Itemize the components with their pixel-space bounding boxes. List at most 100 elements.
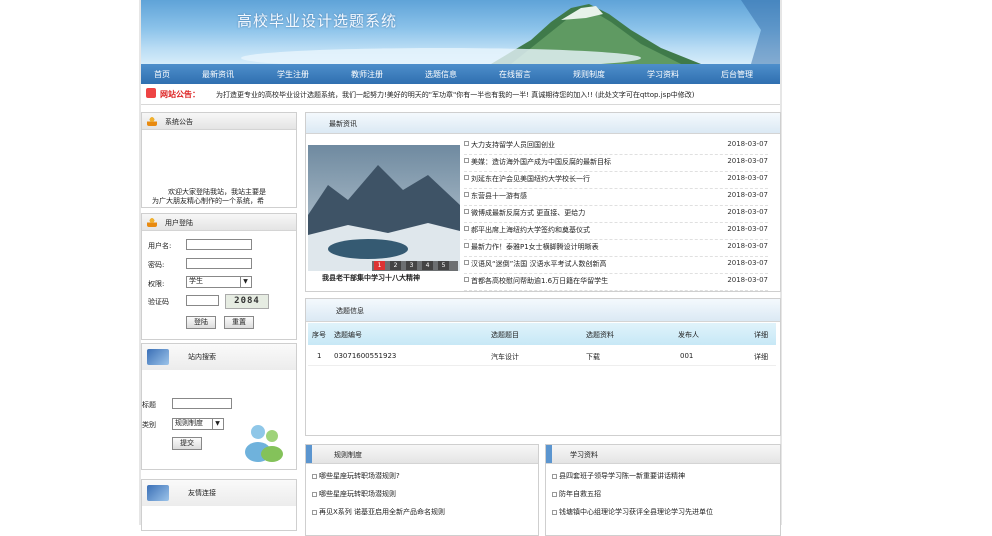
system-notice-header: 系统公告 [142, 113, 296, 130]
news-item[interactable]: 汉语风“迷倒”法国 汉语水平考试人数创新高 2018-03-07 [464, 256, 768, 274]
password-label: 密码: [148, 261, 165, 269]
bullet-icon [464, 209, 469, 214]
news-slideshow-image[interactable] [308, 145, 460, 271]
system-notice-title: 系统公告 [165, 118, 193, 126]
pen-icon [147, 485, 169, 501]
topic-info-header: 选题信息 [306, 299, 780, 322]
search-category-select[interactable]: 规则制度 ▼ [172, 418, 224, 430]
slideshow-page-2[interactable]: 2 [390, 261, 401, 270]
login-box: 用户登陆 用户名: 密码: 权限: 学生 ▼ 验证码 2084 登陆 重置 [141, 213, 297, 340]
site-search-header: 站内搜索 [142, 344, 296, 370]
pen-icon [147, 349, 169, 365]
list-item[interactable]: 哪些星座玩转职场潜规则? [312, 471, 400, 481]
latest-news-box: 最新资讯 1 2 3 4 5 我县老干部集中学习十八大精神 大力支持留学人员回国… [305, 112, 781, 292]
reset-button[interactable]: 重置 [224, 316, 254, 329]
nav-study-materials[interactable]: 学习资料 [647, 69, 679, 80]
latest-news-title: 最新资讯 [329, 120, 357, 128]
list-item[interactable]: 钱塘镇中心组理论学习获评全县理论学习先进单位 [552, 507, 713, 517]
captcha-input[interactable] [186, 295, 219, 306]
user-icon [147, 217, 157, 227]
bullet-icon [312, 509, 317, 515]
role-select-value: 学生 [189, 277, 203, 285]
topic-col-index: 序号 [312, 331, 326, 339]
list-item[interactable]: 县四套班子领导学习陈一新重要讲话精神 [552, 471, 685, 481]
topic-col-publisher: 发布人 [678, 331, 699, 339]
captcha-image[interactable]: 2084 [225, 294, 269, 309]
nav-rules[interactable]: 规则制度 [573, 69, 605, 80]
download-link[interactable]: 下载 [586, 352, 600, 362]
slideshow-page-4[interactable]: 4 [422, 261, 433, 270]
nav-topic-info[interactable]: 选题信息 [425, 69, 457, 80]
table-row: 1 03071600551923 汽车设计 下载 001 详细 [308, 347, 776, 366]
list-item[interactable]: 哪些星座玩转职场潜规则 [312, 489, 396, 499]
rules-header: 规则制度 [306, 445, 538, 464]
materials-box: 学习资料 县四套班子领导学习陈一新重要讲话精神 防年自救五招 钱塘镇中心组理论学… [545, 444, 781, 536]
main-nav: 首页 最新资讯 学生注册 教师注册 选题信息 在线留言 规则制度 学习资料 后台… [141, 64, 780, 84]
list-item[interactable]: 再见X系列 诺基亚启用全新产品命名规则 [312, 507, 445, 517]
header-accent [546, 445, 552, 463]
friend-links-title: 友情连接 [188, 489, 216, 497]
news-item[interactable]: 大力支持留学人员回国创业 2018-03-07 [464, 137, 768, 155]
bullet-icon [464, 243, 469, 248]
bullet-icon [552, 491, 557, 497]
page-container: 高校毕业设计选题系统 首页 最新资讯 学生注册 教师注册 选题信息 在线留言 规… [141, 0, 781, 536]
search-title-input[interactable] [172, 398, 232, 409]
slideshow-page-3[interactable]: 3 [406, 261, 417, 270]
detail-link[interactable]: 详细 [754, 352, 768, 362]
nav-home[interactable]: 首页 [154, 69, 170, 80]
news-item[interactable]: 东营县十一游有感 2018-03-07 [464, 188, 768, 206]
username-label: 用户名: [148, 242, 172, 250]
chevron-down-icon[interactable]: ▼ [240, 277, 250, 287]
announcement-icon [146, 88, 156, 98]
friend-links-header: 友情连接 [142, 480, 296, 506]
search-title-label: 标题 [142, 401, 156, 409]
bullet-icon [464, 175, 469, 180]
news-item[interactable]: 刘延东在沪会见美国纽约大学校长一行 2018-03-07 [464, 171, 768, 189]
nav-online-message[interactable]: 在线留言 [499, 69, 531, 80]
login-header: 用户登陆 [142, 214, 296, 231]
nav-student-register[interactable]: 学生注册 [277, 69, 309, 80]
rules-box: 规则制度 哪些星座玩转职场潜规则? 哪些星座玩转职场潜规则 再见X系列 诺基亚启… [305, 444, 539, 536]
search-category-label: 类别 [142, 421, 156, 429]
role-select[interactable]: 学生 ▼ [186, 276, 252, 288]
nav-teacher-register[interactable]: 教师注册 [351, 69, 383, 80]
header-banner: 高校毕业设计选题系统 [141, 0, 780, 64]
search-submit-button[interactable]: 提交 [172, 437, 202, 450]
system-notice-box: 系统公告 欢迎大家登陆我站，我站主要是 为广大朋友精心制作的一个系统，希 [141, 112, 297, 208]
news-item[interactable]: 郝平出席上海纽约大学签约和奠基仪式 2018-03-07 [464, 222, 768, 240]
login-button[interactable]: 登陆 [186, 316, 216, 329]
news-image-caption[interactable]: 我县老干部集中学习十八大精神 [322, 273, 420, 283]
announcement-label: 网站公告： [160, 90, 200, 99]
topic-col-detail: 详细 [754, 331, 768, 339]
news-item[interactable]: 最新力作！泰雅P1女士横脚腾设计明晰表 2018-03-07 [464, 239, 768, 257]
slideshow-page-5[interactable]: 5 [438, 261, 449, 270]
list-item[interactable]: 防年自救五招 [552, 489, 601, 499]
friend-links-box: 友情连接 [141, 479, 297, 531]
nav-latest-news[interactable]: 最新资讯 [202, 69, 234, 80]
slideshow-pager: 1 2 3 4 5 [374, 261, 449, 270]
bullet-icon [464, 260, 469, 265]
announcement-text: 为打造更专业的高校毕业设计选题系统，我们一起努力!美好的明天的"军功章"你有一半… [216, 91, 695, 99]
chevron-down-icon[interactable]: ▼ [212, 419, 222, 429]
news-item[interactable]: 首都各高校慰问帮助逾1.6万日籍在华留学生 2018-03-07 [464, 273, 768, 291]
bullet-icon [464, 158, 469, 163]
news-item[interactable]: 美媒：造访海外国产成为中国反腐的最新目标 2018-03-07 [464, 154, 768, 172]
username-input[interactable] [186, 239, 252, 250]
bullet-icon [552, 473, 557, 479]
header-accent [306, 445, 312, 463]
search-category-value: 规则制度 [175, 419, 203, 427]
captcha-label: 验证码 [148, 298, 169, 306]
site-search-title: 站内搜索 [188, 353, 216, 361]
user-icon [147, 116, 157, 126]
topic-col-code: 选题编号 [334, 331, 362, 339]
topic-info-title: 选题信息 [336, 307, 364, 315]
login-title: 用户登陆 [165, 219, 193, 227]
news-item[interactable]: 微博成最新反腐方式 更直接、更给力 2018-03-07 [464, 205, 768, 223]
bullet-icon [464, 141, 469, 146]
bullet-icon [464, 192, 469, 197]
slideshow-page-1[interactable]: 1 [374, 261, 385, 270]
nav-admin[interactable]: 后台管理 [721, 69, 753, 80]
bullet-icon [552, 509, 557, 515]
bullet-icon [312, 473, 317, 479]
password-input[interactable] [186, 258, 252, 269]
